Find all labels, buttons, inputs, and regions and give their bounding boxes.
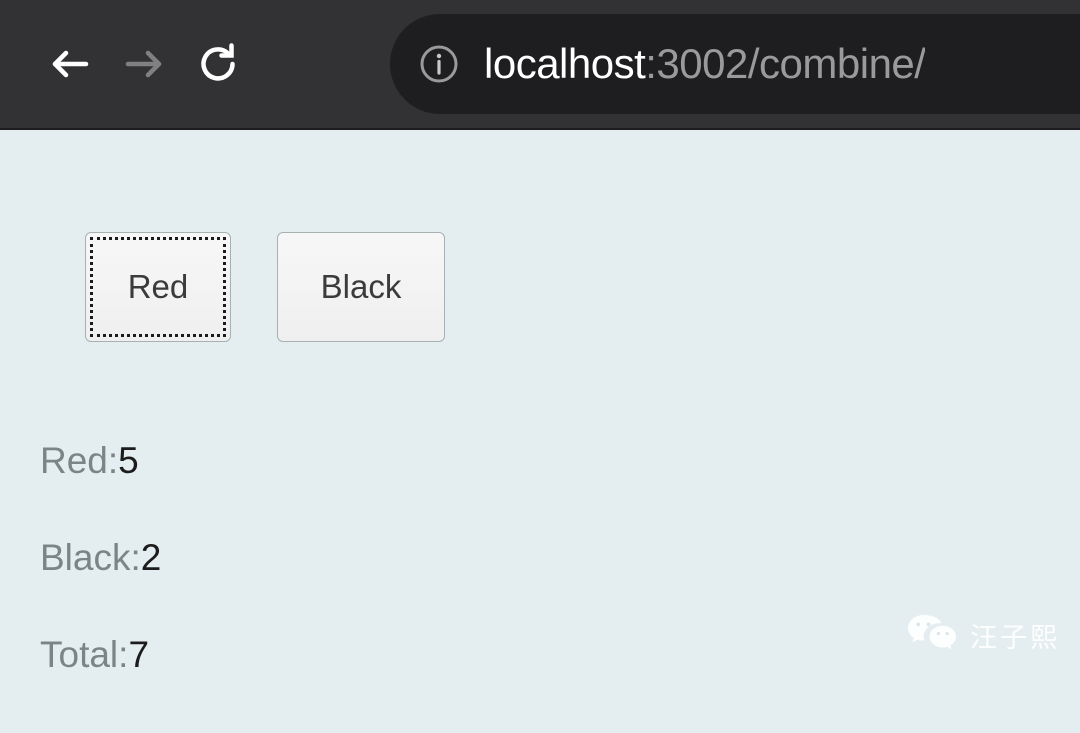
counter-list: Red:5 Black:2 Total:7 <box>40 442 740 733</box>
black-button[interactable]: Black <box>277 232 445 342</box>
browser-toolbar: localhost:3002/combine/ <box>0 0 1080 130</box>
color-button-row: Red Black <box>85 232 445 342</box>
url-host: localhost <box>484 40 646 87</box>
address-bar[interactable]: localhost:3002/combine/ <box>390 14 1080 114</box>
info-circle-icon[interactable] <box>416 41 462 87</box>
red-count-label: Red: <box>40 440 119 481</box>
reload-button[interactable] <box>186 32 250 96</box>
total-count-line: Total:7 <box>40 636 740 673</box>
page-content: Red Black Red:5 Black:2 Total:7 汪子熙 <box>0 130 1080 696</box>
watermark-text: 汪子熙 <box>970 623 1060 654</box>
watermark: 汪子熙 <box>906 613 1060 658</box>
red-count-line: Red:5 <box>40 442 740 479</box>
black-button-label: Black <box>320 268 402 305</box>
arrow-left-icon <box>42 36 98 92</box>
arrow-right-icon <box>116 36 172 92</box>
url-path: :3002/combine/ <box>645 40 926 87</box>
red-count-value: 5 <box>118 440 139 481</box>
black-count-label: Black: <box>40 537 141 578</box>
wechat-icon <box>906 613 958 658</box>
total-count-label: Total: <box>40 634 129 675</box>
total-count-value: 7 <box>128 634 150 675</box>
red-button[interactable]: Red <box>85 232 231 342</box>
back-button[interactable] <box>38 32 102 96</box>
black-count-line: Black:2 <box>40 539 740 576</box>
url-text: localhost:3002/combine/ <box>484 40 925 88</box>
forward-button[interactable] <box>112 32 176 96</box>
black-count-value: 2 <box>140 537 162 578</box>
reload-icon <box>190 36 246 92</box>
red-button-label: Red <box>127 268 189 305</box>
